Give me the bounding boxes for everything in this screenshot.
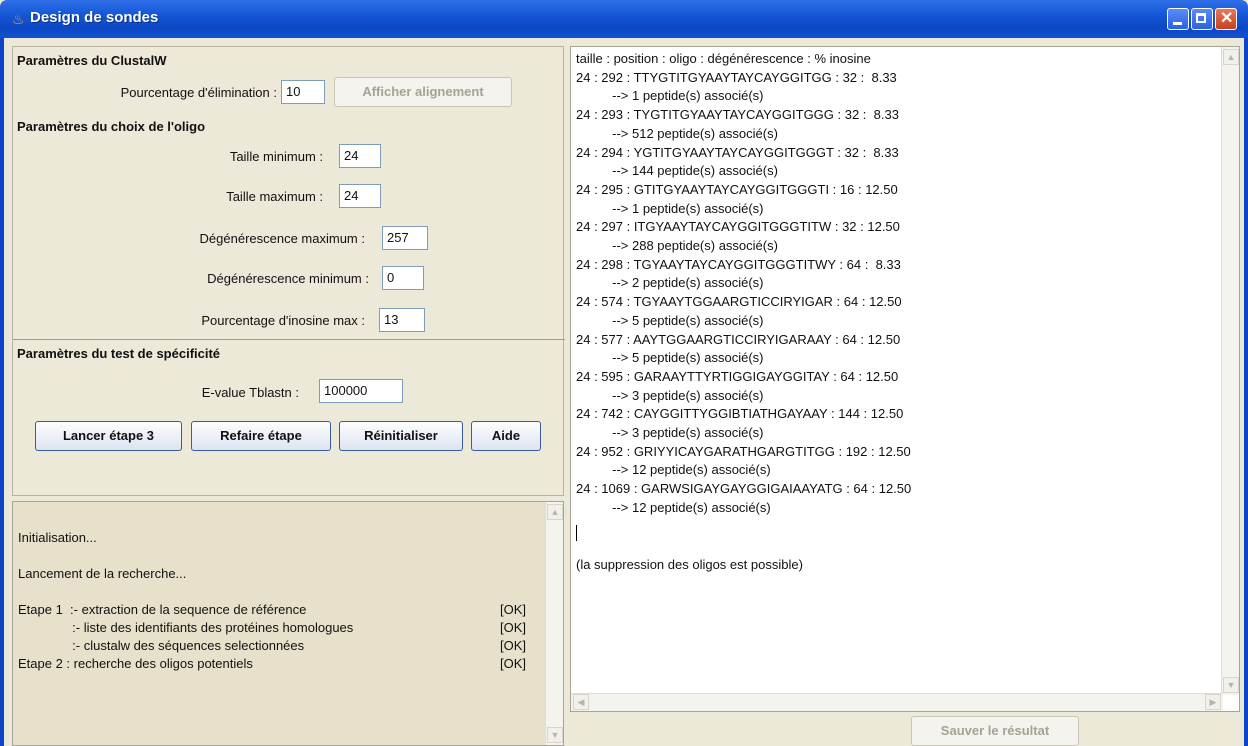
reset-button[interactable]: Réinitialiser — [339, 421, 463, 451]
window-title: Design de sondes — [30, 9, 159, 26]
run-step-button[interactable]: Lancer étape 3 — [35, 421, 182, 451]
results-vertical-scrollbar[interactable]: ▲ ▼ — [1221, 47, 1239, 695]
result-line: --> 5 peptide(s) associé(s) — [576, 350, 764, 366]
result-line: --> 144 peptide(s) associé(s) — [576, 163, 778, 179]
result-line: --> 288 peptide(s) associé(s) — [576, 238, 778, 253]
right-panel: taille : position : oligo : dégénérescen… — [570, 46, 1240, 746]
close-icon: ✕ — [1220, 10, 1234, 27]
max-size-field[interactable]: 24 — [339, 184, 381, 208]
scroll-left-icon[interactable]: ◀ — [573, 694, 589, 710]
max-degeneracy-label: Dégénérescence maximum : — [199, 231, 365, 246]
results-note: (la suppression des oligos est possible) — [576, 557, 803, 572]
title-bar[interactable]: ♨ Design de sondes ✕ — [0, 0, 1248, 38]
left-panel: Paramètres du ClustalW Pourcentage d'éli… — [12, 46, 565, 746]
show-alignment-button[interactable]: Afficher alignement — [334, 77, 512, 107]
log-line: :- clustalw des séquences selectionnées — [18, 638, 305, 653]
log-status: [OK] — [500, 638, 527, 653]
scroll-down-icon[interactable]: ▼ — [547, 727, 563, 743]
log-line: :- liste des identifiants des protéines … — [18, 620, 354, 635]
max-degeneracy-field[interactable]: 257 — [382, 226, 428, 250]
minimize-icon — [1173, 22, 1182, 25]
window-frame: Paramètres du ClustalW Pourcentage d'éli… — [0, 38, 1248, 746]
result-line: --> 12 peptide(s) associé(s) — [576, 462, 771, 478]
result-line: 24 : 293 : TYGTITGYAAYTAYCAYGGITGGG : 32… — [576, 107, 899, 123]
result-line: 24 : 298 : TGYAAYTAYCAYGGITGGGTITWY : 64… — [576, 256, 901, 272]
scroll-up-icon[interactable]: ▲ — [1223, 49, 1239, 65]
help-button[interactable]: Aide — [471, 421, 541, 451]
result-line: --> 3 peptide(s) associé(s) — [576, 425, 764, 440]
results-text-area[interactable]: taille : position : oligo : dégénérescen… — [570, 46, 1240, 712]
result-line: --> 3 peptide(s) associé(s) — [576, 387, 764, 403]
log-status: [OK] — [500, 620, 527, 635]
text-caret — [576, 525, 577, 541]
result-line: 24 : 595 : GARAAYTTYRTIGGIGAYGGITAY : 64… — [576, 368, 899, 384]
scroll-right-icon[interactable]: ▶ — [1205, 694, 1221, 710]
result-line: 24 : 295 : GTITGYAAYTAYCAYGGITGGGTI : 16… — [576, 181, 898, 197]
maximize-button[interactable] — [1191, 8, 1213, 30]
evalue-label: E-value Tblastn : — [201, 385, 299, 400]
log-line: Etape 2 : recherche des oligos potentiel… — [18, 656, 253, 671]
result-line: 24 : 1069 : GARWSIGAYGAYGGIGAIAAYATG : 6… — [576, 481, 912, 497]
result-line: 24 : 952 : GRIYYICAYGARATHGARGTITGG : 19… — [576, 443, 911, 459]
log-vertical-scrollbar[interactable]: ▲ ▼ — [545, 502, 563, 745]
result-line: --> 2 peptide(s) associé(s) — [576, 275, 764, 291]
section-divider — [13, 339, 565, 340]
results-horizontal-scrollbar[interactable]: ◀ ▶ — [571, 693, 1223, 711]
save-result-button[interactable]: Sauver le résultat — [911, 716, 1079, 746]
redo-step-button[interactable]: Refaire étape — [191, 421, 331, 451]
oligo-heading: Paramètres du choix de l'oligo — [17, 119, 206, 134]
log-line: Etape 1 :- extraction de la sequence de … — [18, 602, 307, 617]
scroll-up-icon[interactable]: ▲ — [547, 504, 563, 520]
minimize-button[interactable] — [1167, 8, 1189, 30]
specificity-heading: Paramètres du test de spécificité — [17, 346, 221, 361]
result-line: --> 1 peptide(s) associé(s) — [576, 88, 764, 104]
result-line: 24 : 294 : YGTITGYAAYTAYCAYGGITGGGT : 32… — [576, 144, 899, 160]
min-size-label: Taille minimum : — [229, 149, 323, 164]
window-client: Paramètres du ClustalW Pourcentage d'éli… — [4, 38, 1244, 746]
java-icon: ♨ — [12, 11, 25, 27]
elimination-field[interactable]: 10 — [281, 80, 325, 104]
max-inosine-label: Pourcentage d'inosine max : — [201, 313, 365, 328]
log-status: [OK] — [500, 656, 527, 671]
min-size-field[interactable]: 24 — [339, 144, 381, 168]
result-line: 24 : 574 : TGYAAYTGGAARGTICCIRYIGAR : 64… — [576, 294, 902, 310]
result-line: --> 1 peptide(s) associé(s) — [576, 200, 764, 216]
parameters-panel: Paramètres du ClustalW Pourcentage d'éli… — [12, 46, 565, 496]
log-status: [OK] — [500, 602, 527, 617]
min-degeneracy-label: Dégénérescence minimum : — [207, 271, 369, 286]
results-header: taille : position : oligo : dégénérescen… — [576, 51, 871, 66]
result-line: --> 12 peptide(s) associé(s) — [576, 499, 771, 515]
clustalw-heading: Paramètres du ClustalW — [17, 53, 167, 68]
log-line: Initialisation... — [18, 530, 97, 545]
result-line: --> 512 peptide(s) associé(s) — [576, 125, 778, 141]
log-panel[interactable]: Initialisation... Lancement de la recher… — [12, 501, 564, 746]
result-line: --> 5 peptide(s) associé(s) — [576, 312, 764, 328]
close-button[interactable]: ✕ — [1215, 8, 1237, 30]
scroll-down-icon[interactable]: ▼ — [1223, 677, 1239, 693]
elimination-label: Pourcentage d'élimination : — [120, 85, 277, 100]
max-inosine-field[interactable]: 13 — [379, 308, 425, 332]
log-line: Lancement de la recherche... — [18, 566, 187, 581]
max-size-label: Taille maximum : — [226, 189, 323, 204]
result-line: 24 : 577 : AAYTGGAARGTICCIRYIGARAAY : 64… — [576, 331, 901, 347]
evalue-field[interactable]: 100000 — [319, 379, 403, 403]
min-degeneracy-field[interactable]: 0 — [382, 266, 424, 290]
result-line: 24 : 292 : TTYGTITGYAAYTAYCAYGGITGG : 32… — [576, 69, 897, 85]
maximize-icon — [1196, 13, 1206, 23]
result-line: 24 : 297 : ITGYAAYTAYCAYGGITGGGTITW : 32… — [576, 219, 900, 235]
result-line: 24 : 742 : CAYGGITTYGGIBTIATHGAYAAY : 14… — [576, 406, 904, 422]
